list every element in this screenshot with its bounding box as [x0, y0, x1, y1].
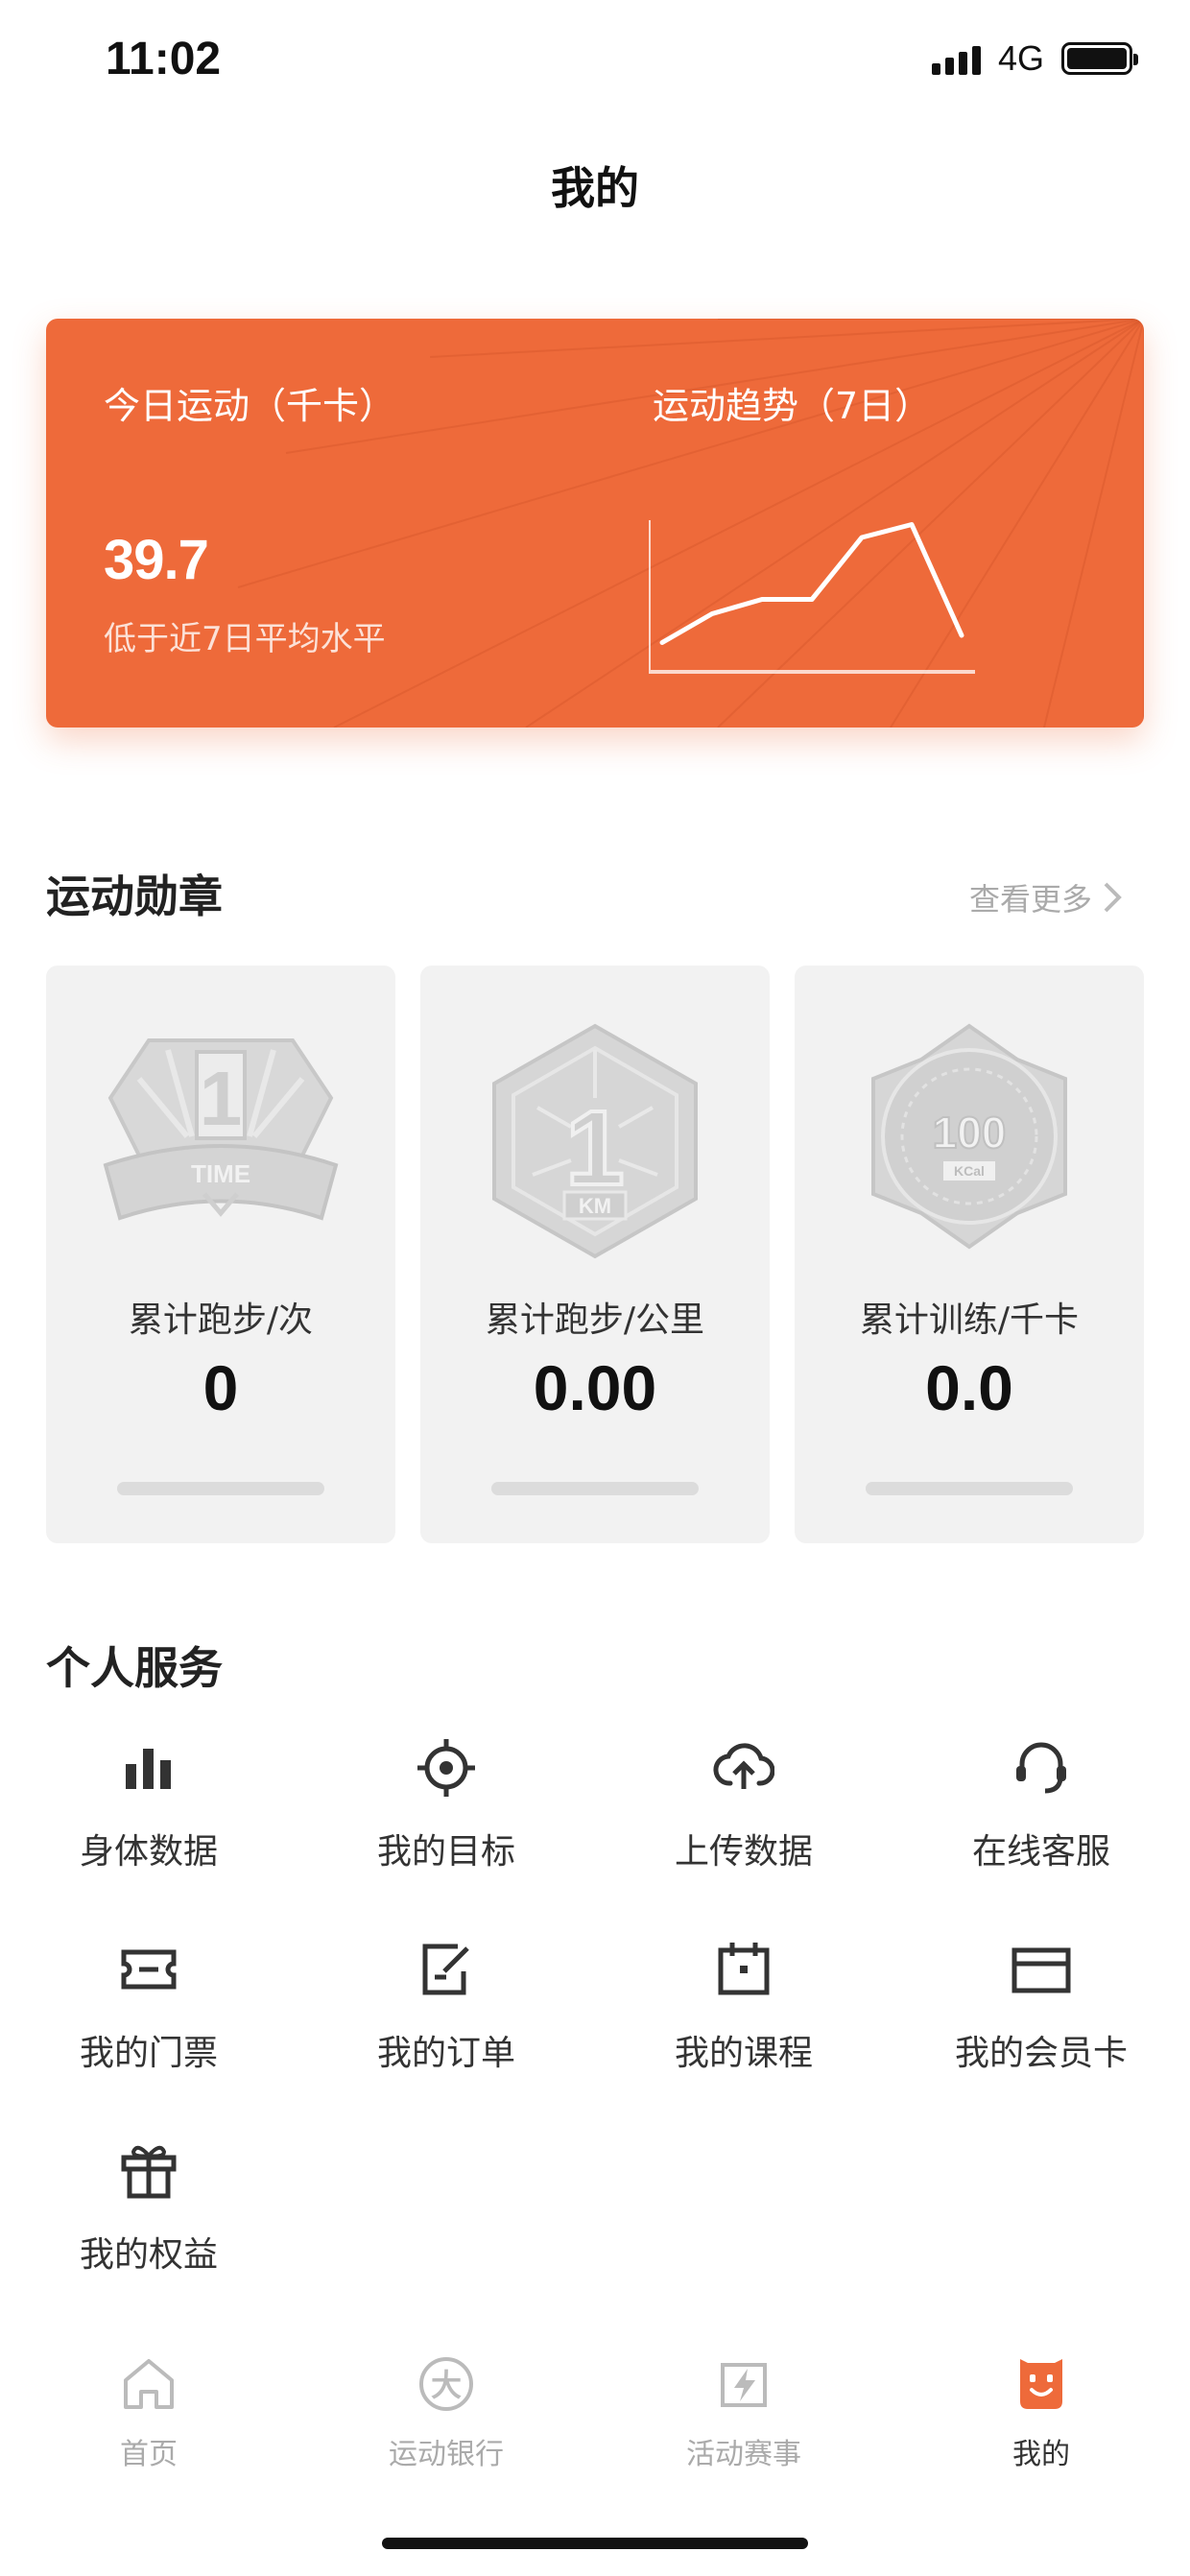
sport-bank-icon: 大	[419, 2357, 473, 2411]
tab-home[interactable]: 首页	[0, 2353, 298, 2472]
kcal-badge-icon: 100 KCal	[871, 1023, 1067, 1250]
service-membership-card[interactable]: 我的会员卡	[892, 1939, 1190, 2075]
medal-label: 累计跑步/公里	[485, 1300, 705, 1340]
view-more-label: 查看更多	[968, 881, 1092, 918]
service-label: 我的会员卡	[954, 2034, 1128, 2073]
cloud-upload-icon	[713, 1743, 774, 1789]
medal-value: 0.0	[925, 1352, 1013, 1423]
view-more-link[interactable]: 查看更多	[969, 875, 1123, 919]
service-my-courses[interactable]: 我的课程	[595, 1939, 892, 2075]
tab-sport-bank[interactable]: 大 运动银行	[298, 2353, 595, 2472]
today-calories-value: 39.7	[104, 529, 209, 591]
service-label: 我的权益	[79, 2235, 218, 2275]
medal-progress-bar	[866, 1482, 1073, 1495]
profile-icon	[1020, 2359, 1062, 2409]
page-title: 我的	[551, 162, 639, 214]
service-label: 在线客服	[971, 1832, 1110, 1872]
medals-section-title: 运动勋章	[46, 871, 223, 922]
card-icon	[1012, 1947, 1071, 1993]
chevron-right-icon	[1104, 882, 1122, 913]
services-section-title: 个人服务	[46, 1642, 223, 1694]
medal-progress-bar	[117, 1482, 324, 1495]
service-label: 我的目标	[376, 1832, 515, 1872]
service-my-orders[interactable]: 我的订单	[298, 1939, 595, 2075]
svg-text:1: 1	[565, 1089, 624, 1207]
service-my-goals[interactable]: 我的目标	[298, 1737, 595, 1873]
service-online-support[interactable]: 在线客服	[892, 1737, 1190, 1873]
today-summary-card[interactable]: 今日运动（千卡） 运动趋势（7日） 39.7 低于近7日平均水平	[46, 319, 1144, 727]
km-badge-icon: 1 KM	[492, 1023, 698, 1259]
medal-card-runs[interactable]: 1 TIME 累计跑步/次 0	[46, 966, 395, 1543]
time-badge-icon: 1 TIME	[103, 1038, 339, 1221]
today-calories-note: 低于近7日平均水平	[104, 620, 386, 658]
order-edit-icon	[422, 1944, 469, 1995]
events-icon	[721, 2363, 767, 2407]
tab-label: 活动赛事	[686, 2438, 801, 2471]
trend-label: 运动趋势（7日）	[653, 385, 932, 427]
medal-progress-bar	[491, 1482, 699, 1495]
tab-events[interactable]: 活动赛事	[595, 2353, 892, 2472]
ticket-icon	[121, 1949, 177, 1990]
service-my-tickets[interactable]: 我的门票	[0, 1939, 298, 2075]
service-my-benefits[interactable]: 我的权益	[0, 2140, 298, 2277]
tab-profile[interactable]: 我的	[892, 2353, 1190, 2472]
status-time: 11:02	[106, 34, 222, 84]
trend-sparkline	[649, 520, 975, 674]
battery-icon	[1061, 42, 1138, 75]
service-body-data[interactable]: 身体数据	[0, 1737, 298, 1873]
trend-line	[659, 522, 964, 645]
medal-value: 0	[202, 1352, 239, 1423]
headset-icon	[1016, 1742, 1066, 1794]
tab-label: 我的	[1012, 2438, 1070, 2471]
calendar-icon	[718, 1943, 770, 1995]
target-icon	[417, 1739, 475, 1797]
medal-value: 0.00	[533, 1352, 657, 1423]
service-label: 身体数据	[79, 1832, 218, 1872]
today-calories-label: 今日运动（千卡）	[104, 385, 396, 427]
kcal-badge-number: 100	[933, 1108, 1007, 1157]
tab-label: 运动银行	[389, 2438, 504, 2471]
svg-text:大: 大	[431, 2367, 462, 2403]
service-label: 我的门票	[79, 2034, 218, 2073]
medal-label: 累计跑步/次	[128, 1300, 314, 1340]
home-icon	[124, 2359, 174, 2409]
service-label: 我的订单	[376, 2034, 515, 2073]
medal-card-training[interactable]: 100 KCal 累计训练/千卡 0.0	[795, 966, 1144, 1543]
service-label: 我的课程	[674, 2034, 813, 2073]
svg-text:1: 1	[200, 1056, 243, 1141]
km-badge-text: KM	[579, 1194, 611, 1218]
bar-chart-icon	[126, 1749, 171, 1789]
medal-label: 累计训练/千卡	[859, 1300, 1080, 1340]
kcal-badge-unit: KCal	[954, 1163, 985, 1179]
home-indicator[interactable]	[382, 2538, 808, 2549]
tab-label: 首页	[120, 2438, 178, 2471]
gift-icon	[121, 2145, 177, 2199]
signal-icon	[931, 42, 981, 75]
service-upload-data[interactable]: 上传数据	[595, 1737, 892, 1873]
status-indicators: 4G	[931, 38, 1138, 79]
time-badge-text: TIME	[191, 1159, 250, 1188]
service-label: 上传数据	[674, 1832, 813, 1872]
medal-card-distance[interactable]: 1 KM 累计跑步/公里 0.00	[420, 966, 770, 1543]
network-type: 4G	[997, 38, 1044, 78]
